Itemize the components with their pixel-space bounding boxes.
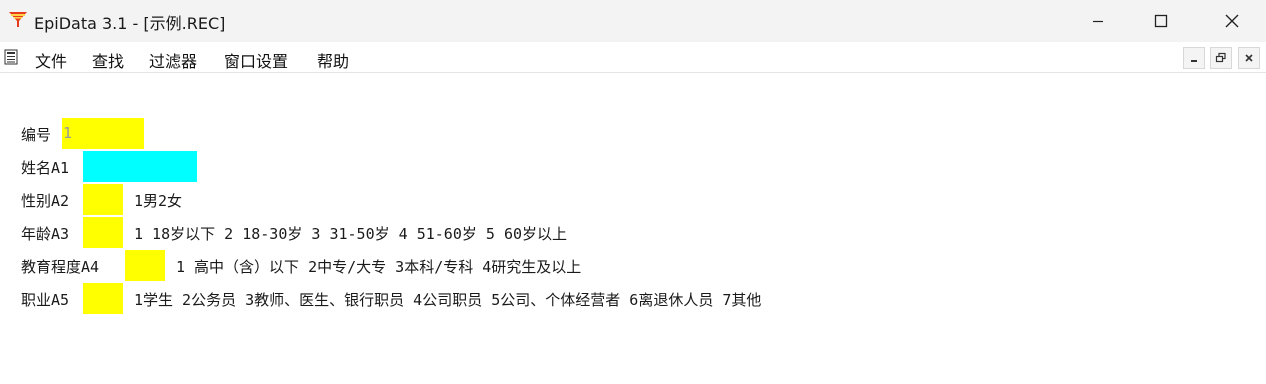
- field-label: 姓名A1: [21, 159, 70, 177]
- menu-window-settings[interactable]: 窗口设置: [224, 48, 288, 72]
- name-field[interactable]: [83, 151, 197, 182]
- field-hint: 1学生 2公务员 3教师、医生、银行职员 4公司职员 5公司、个体经营者 6离退…: [134, 291, 762, 309]
- menu-help[interactable]: 帮助: [317, 48, 349, 72]
- menu-bar: 文件 查找 过滤器 窗口设置 帮助: [0, 42, 1266, 73]
- maximize-button[interactable]: [1138, 0, 1184, 42]
- window-title: EpiData 3.1 - [示例.REC]: [34, 14, 226, 33]
- epidata-funnel-icon: [9, 12, 27, 27]
- minimize-button[interactable]: [1075, 0, 1121, 42]
- menu-filter[interactable]: 过滤器: [149, 48, 197, 72]
- minimize-icon: [1093, 20, 1103, 23]
- maximize-icon: [1154, 14, 1168, 28]
- title-bar: EpiData 3.1 - [示例.REC]: [0, 0, 1266, 42]
- close-icon: [1225, 14, 1239, 28]
- menu-file[interactable]: 文件: [35, 48, 67, 72]
- field-hint: 1男2女: [134, 192, 183, 210]
- menu-find[interactable]: 查找: [92, 48, 124, 72]
- age-field[interactable]: [83, 217, 123, 248]
- restore-icon: [1215, 52, 1226, 63]
- gender-field[interactable]: [83, 184, 123, 215]
- close-icon: [1245, 54, 1253, 62]
- child-minimize-button[interactable]: [1183, 47, 1205, 69]
- field-hint: 1 高中（含）以下 2中专/大专 3本科/专科 4研究生及以上: [176, 258, 582, 276]
- id-field[interactable]: 1: [62, 118, 144, 149]
- close-button[interactable]: [1209, 0, 1255, 42]
- child-restore-button[interactable]: [1210, 47, 1232, 69]
- field-label: 编号: [21, 126, 52, 144]
- occupation-field[interactable]: [83, 283, 123, 314]
- document-system-menu-icon[interactable]: [4, 49, 18, 65]
- field-label: 性别A2: [21, 192, 70, 210]
- field-hint: 1 18岁以下 2 18-30岁 3 31-50岁 4 51-60岁 5 60岁…: [134, 225, 568, 243]
- field-label: 年龄A3: [21, 225, 70, 243]
- minimize-icon: [1191, 60, 1197, 62]
- child-close-button[interactable]: [1238, 47, 1260, 69]
- data-entry-form: 编号 1 姓名A1 性别A2 1男2女 年龄A3 1 18岁以下 2 18-30…: [0, 72, 1266, 384]
- field-label: 职业A5: [21, 291, 70, 309]
- field-label: 教育程度A4: [21, 258, 100, 276]
- education-field[interactable]: [125, 250, 165, 281]
